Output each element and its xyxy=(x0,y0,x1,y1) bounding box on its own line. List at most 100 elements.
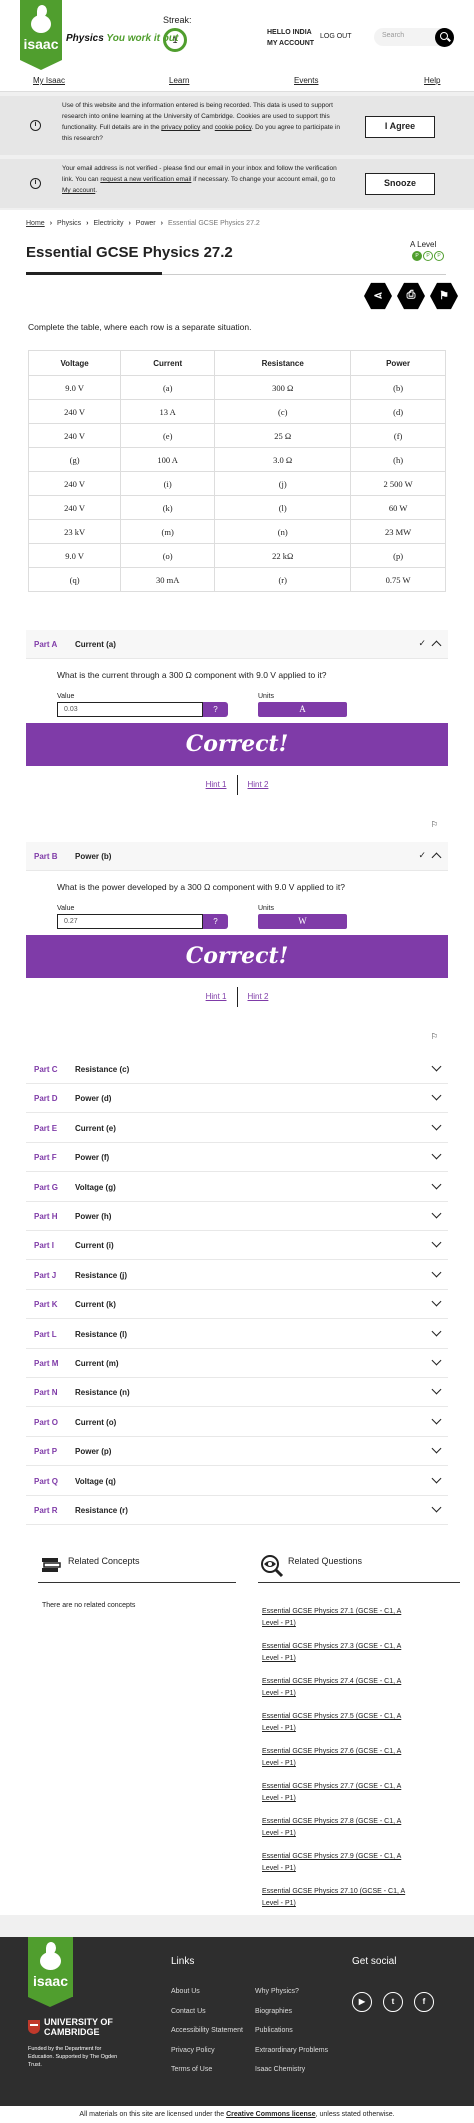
my-account-link[interactable]: My account xyxy=(62,187,95,194)
chevron-down-icon[interactable] xyxy=(431,1384,442,1395)
report-icon[interactable]: ⚑ xyxy=(430,282,458,310)
crumb-power[interactable]: Power xyxy=(136,220,156,227)
help-button[interactable]: ? xyxy=(203,702,228,717)
related-question-link[interactable]: Essential GCSE Physics 27.7 (GCSE - C1, … xyxy=(262,1781,412,1805)
chevron-down-icon[interactable] xyxy=(431,1326,442,1337)
privacy-policy-link[interactable]: privacy policy xyxy=(161,124,200,131)
related-question-link[interactable]: Essential GCSE Physics 27.5 (GCSE - C1, … xyxy=(262,1711,412,1735)
hint-1-link[interactable]: Hint 1 xyxy=(206,780,227,789)
part-n-header[interactable]: Part N Resistance (n) xyxy=(26,1378,448,1408)
footer-link[interactable]: Extraordinary Problems xyxy=(255,2047,328,2054)
footer-link[interactable]: Terms of Use xyxy=(171,2066,212,2073)
chevron-down-icon[interactable] xyxy=(431,1502,442,1513)
part-b-header[interactable]: Part B Power (b) ✓ xyxy=(26,842,448,871)
twitter-icon[interactable]: t xyxy=(383,1992,403,2012)
part-h-header[interactable]: Part H Power (h) xyxy=(26,1202,448,1231)
part-title: Power (d) xyxy=(75,1094,112,1104)
footer-isaac-logo[interactable]: isaac xyxy=(28,1937,73,2007)
part-c-header[interactable]: Part C Resistance (c) xyxy=(26,1055,448,1084)
part-p-header[interactable]: Part P Power (p) xyxy=(26,1437,448,1467)
related-question-link[interactable]: Essential GCSE Physics 27.6 (GCSE - C1, … xyxy=(262,1746,412,1770)
chevron-down-icon[interactable] xyxy=(431,1061,442,1072)
footer-link[interactable]: Contact Us xyxy=(171,2008,206,2015)
related-question-link[interactable]: Essential GCSE Physics 27.10 (GCSE - C1,… xyxy=(262,1886,412,1910)
my-account-link[interactable]: MY ACCOUNT xyxy=(267,38,314,49)
cookie-policy-link[interactable]: cookie policy xyxy=(215,124,252,131)
part-m-header[interactable]: Part M Current (m) xyxy=(26,1349,448,1378)
part-d-header[interactable]: Part D Power (d) xyxy=(26,1084,448,1114)
chevron-down-icon[interactable] xyxy=(431,1149,442,1160)
email-message: Your email address is not verified - ple… xyxy=(62,165,337,194)
chevron-down-icon[interactable] xyxy=(431,1443,442,1454)
footer-link[interactable]: Publications xyxy=(255,2027,293,2034)
part-j-header[interactable]: Part J Resistance (j) xyxy=(26,1260,448,1290)
hint-2-link[interactable]: Hint 2 xyxy=(248,780,269,789)
print-icon[interactable]: ⎙ xyxy=(397,282,425,310)
chevron-down-icon[interactable] xyxy=(431,1267,442,1278)
chevron-up-icon[interactable] xyxy=(431,640,442,651)
report-flag-icon[interactable]: ⚐ xyxy=(431,820,438,829)
related-question-link[interactable]: Essential GCSE Physics 27.8 (GCSE - C1, … xyxy=(262,1816,412,1840)
part-k-header[interactable]: Part K Current (k) xyxy=(26,1290,448,1320)
part-a-header[interactable]: Part A Current (a) ✓ xyxy=(26,630,448,659)
part-title: Resistance (n) xyxy=(75,1388,130,1398)
streak-counter: 1 xyxy=(163,28,187,52)
chevron-down-icon[interactable] xyxy=(431,1296,442,1307)
value-input[interactable]: 0.03 xyxy=(57,702,203,717)
verification-link[interactable]: request a new verification email xyxy=(100,176,191,183)
footer-link[interactable]: Biographies xyxy=(255,2008,292,2015)
snooze-button[interactable]: Snooze xyxy=(365,173,435,195)
isaac-logo[interactable]: isaac xyxy=(20,0,62,70)
chevron-down-icon[interactable] xyxy=(431,1090,442,1101)
crumb-home[interactable]: Home xyxy=(26,220,45,227)
footer-link[interactable]: Privacy Policy xyxy=(171,2047,215,2054)
related-question-link[interactable]: Essential GCSE Physics 27.4 (GCSE - C1, … xyxy=(262,1676,412,1700)
related-question-link[interactable]: Essential GCSE Physics 27.3 (GCSE - C1, … xyxy=(262,1641,412,1665)
youtube-icon[interactable]: ▶ xyxy=(352,1992,372,2012)
part-o-header[interactable]: Part O Current (o) xyxy=(26,1407,448,1437)
chevron-down-icon[interactable] xyxy=(431,1473,442,1484)
help-button[interactable]: ? xyxy=(203,914,228,929)
part-g-header[interactable]: Part G Voltage (g) xyxy=(26,1172,448,1202)
hint-2-link[interactable]: Hint 2 xyxy=(248,992,269,1001)
hint-1-link[interactable]: Hint 1 xyxy=(206,992,227,1001)
value-input[interactable]: 0.27 xyxy=(57,914,203,929)
agree-button[interactable]: I Agree xyxy=(365,116,435,138)
chevron-down-icon[interactable] xyxy=(431,1355,442,1366)
footer-link[interactable]: Accessibility Statement xyxy=(171,2027,243,2034)
chevron-down-icon[interactable] xyxy=(431,1179,442,1190)
related-question-link[interactable]: Essential GCSE Physics 27.9 (GCSE - C1, … xyxy=(262,1851,412,1875)
chevron-down-icon[interactable] xyxy=(431,1237,442,1248)
units-label: Units xyxy=(258,693,274,700)
footer-link[interactable]: Isaac Chemistry xyxy=(255,2066,305,2073)
chevron-up-icon[interactable] xyxy=(431,852,442,863)
nav-my-isaac[interactable]: My Isaac xyxy=(33,76,65,85)
nav-events[interactable]: Events xyxy=(294,76,318,85)
crumb-electricity[interactable]: Electricity xyxy=(94,220,124,227)
search-icon[interactable] xyxy=(435,28,454,47)
part-q-header[interactable]: Part Q Voltage (q) xyxy=(26,1466,448,1496)
part-e-header[interactable]: Part E Current (e) xyxy=(26,1113,448,1143)
crumb-physics[interactable]: Physics xyxy=(57,220,81,227)
footer-link[interactable]: Why Physics? xyxy=(255,1988,299,1995)
chevron-down-icon[interactable] xyxy=(431,1120,442,1131)
part-i-header[interactable]: Part I Current (i) xyxy=(26,1231,448,1261)
share-icon[interactable]: ⋖ xyxy=(364,282,392,310)
chevron-down-icon[interactable] xyxy=(431,1414,442,1425)
creative-commons-link[interactable]: Creative Commons license xyxy=(226,2111,315,2118)
units-dropdown[interactable]: A xyxy=(258,702,347,717)
part-f-header[interactable]: Part F Power (f) xyxy=(26,1143,448,1173)
table-cell: (j) xyxy=(214,471,352,496)
report-flag-icon[interactable]: ⚐ xyxy=(431,1032,438,1041)
part-r-header[interactable]: Part R Resistance (r) xyxy=(26,1496,448,1525)
chevron-down-icon[interactable] xyxy=(431,1208,442,1219)
logout-link[interactable]: LOG OUT xyxy=(320,33,352,40)
nav-help[interactable]: Help xyxy=(424,76,440,85)
footer-link[interactable]: About Us xyxy=(171,1988,200,1995)
table-cell: 3.0 Ω xyxy=(214,447,352,472)
units-dropdown[interactable]: W xyxy=(258,914,347,929)
nav-learn[interactable]: Learn xyxy=(169,76,189,85)
related-question-link[interactable]: Essential GCSE Physics 27.1 (GCSE - C1, … xyxy=(262,1606,412,1630)
part-l-header[interactable]: Part L Resistance (l) xyxy=(26,1319,448,1349)
facebook-icon[interactable]: f xyxy=(414,1992,434,2012)
